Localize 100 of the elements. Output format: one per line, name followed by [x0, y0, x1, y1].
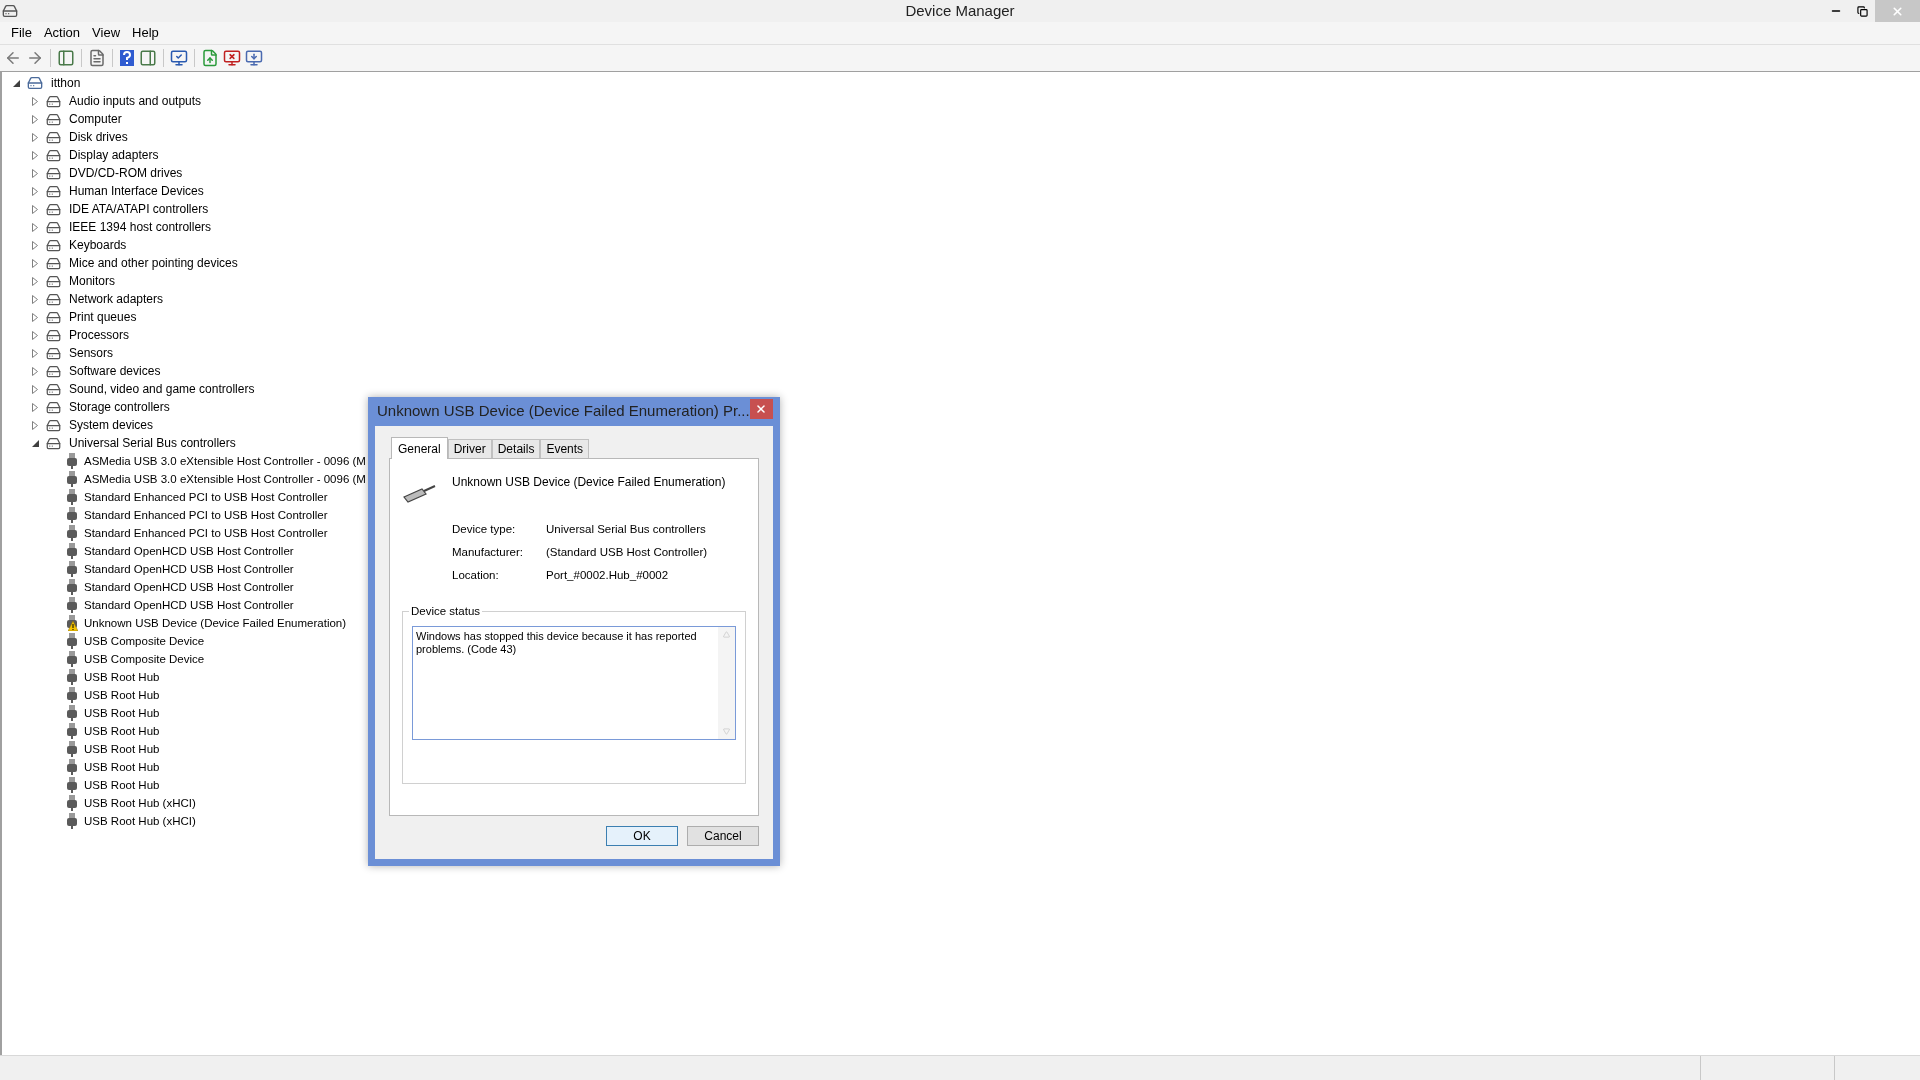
property-value: Universal Serial Bus controllers: [546, 521, 706, 537]
update-driver-icon[interactable]: [201, 49, 219, 67]
tree-item[interactable]: Monitors: [69, 272, 115, 290]
tree-item[interactable]: Print queues: [69, 308, 137, 326]
menu-item[interactable]: File: [6, 23, 37, 43]
device-name: Unknown USB Device (Device Failed Enumeration): [452, 474, 726, 491]
tree-item[interactable]: Audio inputs and outputs: [69, 92, 202, 110]
expand-arrow-icon[interactable]: [30, 240, 40, 250]
expand-arrow-icon[interactable]: [30, 258, 40, 268]
close-button[interactable]: [749, 398, 773, 419]
expand-arrow-icon[interactable]: [30, 132, 40, 142]
dialog-tab[interactable]: Events: [540, 439, 590, 458]
tree-item[interactable]: Keyboards: [69, 236, 127, 254]
expand-arrow-icon[interactable]: [30, 114, 40, 124]
tree-item[interactable]: DVD/CD-ROM drives: [69, 164, 183, 182]
status-text: Windows has stopped this device because it has reported problems. (Code 43): [415, 629, 698, 657]
tree-item[interactable]: USB Root Hub: [84, 722, 160, 740]
tree-item[interactable]: USB Root Hub: [84, 686, 160, 704]
action-pane-icon[interactable]: [139, 49, 157, 67]
expand-arrow-icon[interactable]: [30, 276, 40, 286]
collapse-arrow-icon[interactable]: [30, 438, 40, 448]
tree-item[interactable]: Standard OpenHCD USB Host Controller: [84, 560, 294, 578]
expand-arrow-icon[interactable]: [30, 330, 40, 340]
tree-item[interactable]: Standard Enhanced PCI to USB Host Controller: [84, 524, 328, 542]
expand-arrow-icon[interactable]: [30, 366, 40, 376]
tree-item[interactable]: USB Root Hub: [84, 758, 160, 776]
forward-arrow-icon[interactable]: [26, 49, 44, 67]
expand-arrow-icon[interactable]: [30, 384, 40, 394]
dialog-button[interactable]: Cancel: [687, 826, 759, 846]
tree-item[interactable]: Disk drives: [69, 128, 128, 146]
tree-item[interactable]: Processors: [69, 326, 130, 344]
expand-arrow-icon[interactable]: [30, 186, 40, 196]
tree-item[interactable]: Universal Serial Bus controllers: [69, 434, 236, 452]
status-text-area[interactable]: Windows has stopped this device because it has reported problems. (Code 43): [412, 626, 736, 740]
tree-item[interactable]: Standard Enhanced PCI to USB Host Controller: [84, 488, 328, 506]
device-category-icon: [46, 129, 61, 145]
uninstall-device-icon[interactable]: [223, 49, 241, 67]
close-icon: [755, 402, 768, 415]
tree-item[interactable]: Storage controllers: [69, 398, 170, 416]
tree-item[interactable]: Sound, video and game controllers: [69, 380, 255, 398]
scan-monitor-icon[interactable]: [170, 49, 188, 67]
tree-item[interactable]: USB Root Hub (xHCI): [84, 794, 196, 812]
expand-arrow-icon[interactable]: [30, 402, 40, 412]
tree-item[interactable]: Mice and other pointing devices: [69, 254, 238, 272]
tree-item[interactable]: itthon: [51, 74, 81, 92]
console-tree-icon[interactable]: [57, 49, 75, 67]
tree-item[interactable]: Software devices: [69, 362, 161, 380]
tree-item[interactable]: System devices: [69, 416, 154, 434]
property-label: Manufacturer:: [452, 544, 524, 560]
tree-item[interactable]: Human Interface Devices: [69, 182, 204, 200]
tree-item[interactable]: Sensors: [69, 344, 114, 362]
tree-item[interactable]: USB Composite Device: [84, 650, 205, 668]
tree-item[interactable]: USB Root Hub: [84, 668, 160, 686]
dialog-tab[interactable]: Driver: [447, 439, 492, 458]
expand-arrow-icon[interactable]: [30, 294, 40, 304]
dialog-tab[interactable]: General: [391, 437, 448, 459]
tree-item[interactable]: USB Root Hub: [84, 704, 160, 722]
menu-item[interactable]: Action: [38, 23, 86, 43]
device-category-icon: [46, 417, 61, 433]
dialog-title: Unknown USB Device (Device Failed Enumeration) Pr...: [376, 401, 750, 422]
tree-item[interactable]: IDE ATA/ATAPI controllers: [69, 200, 209, 218]
close-icon: [1891, 4, 1904, 18]
tree-item[interactable]: Standard OpenHCD USB Host Controller: [84, 542, 294, 560]
expand-arrow-icon[interactable]: [30, 150, 40, 160]
tree-item[interactable]: Standard Enhanced PCI to USB Host Controller: [84, 506, 328, 524]
tree-item[interactable]: ASMedia USB 3.0 eXtensible Host Controller - 0096 (M: [84, 452, 366, 470]
expand-arrow-icon[interactable]: [30, 348, 40, 358]
menu-item[interactable]: Help: [127, 23, 164, 43]
device-category-icon: [46, 93, 61, 109]
expand-arrow-icon[interactable]: [30, 222, 40, 232]
device-category-icon: [46, 147, 61, 163]
tree-item[interactable]: Standard OpenHCD USB Host Controller: [84, 596, 294, 614]
tree-item[interactable]: Standard OpenHCD USB Host Controller: [84, 578, 294, 596]
expand-arrow-icon[interactable]: [30, 204, 40, 214]
tree-item[interactable]: USB Root Hub (xHCI): [84, 812, 196, 830]
tree-item[interactable]: USB Root Hub: [84, 776, 160, 794]
help-icon[interactable]: [119, 49, 135, 67]
menu-item[interactable]: View: [87, 23, 126, 43]
expand-arrow-icon[interactable]: [30, 96, 40, 106]
tree-item[interactable]: USB Root Hub: [84, 740, 160, 758]
properties-icon[interactable]: [88, 49, 106, 67]
device-category-icon: [46, 201, 61, 217]
dialog-button[interactable]: OK: [606, 826, 678, 846]
collapse-arrow-icon[interactable]: [11, 78, 21, 88]
expand-arrow-icon[interactable]: [30, 312, 40, 322]
tree-item[interactable]: ASMedia USB 3.0 eXtensible Host Controller - 0096 (M: [84, 470, 366, 488]
dialog-tab[interactable]: Details: [491, 439, 541, 458]
tree-item[interactable]: IEEE 1394 host controllers: [69, 218, 212, 236]
tree-item[interactable]: Display adapters: [69, 146, 159, 164]
window-title: Device Manager: [905, 0, 1015, 21]
disable-device-icon[interactable]: [245, 49, 263, 67]
tree-item[interactable]: Computer: [69, 110, 122, 128]
tree-item[interactable]: Unknown USB Device (Device Failed Enumeration): [84, 614, 347, 632]
app-icon: [2, 3, 18, 19]
expand-arrow-icon[interactable]: [30, 168, 40, 178]
tree-item[interactable]: Network adapters: [69, 290, 164, 308]
tree-item[interactable]: USB Composite Device: [84, 632, 205, 650]
device-category-icon: [46, 399, 61, 415]
device-category-icon: [46, 363, 61, 379]
expand-arrow-icon[interactable]: [30, 420, 40, 430]
